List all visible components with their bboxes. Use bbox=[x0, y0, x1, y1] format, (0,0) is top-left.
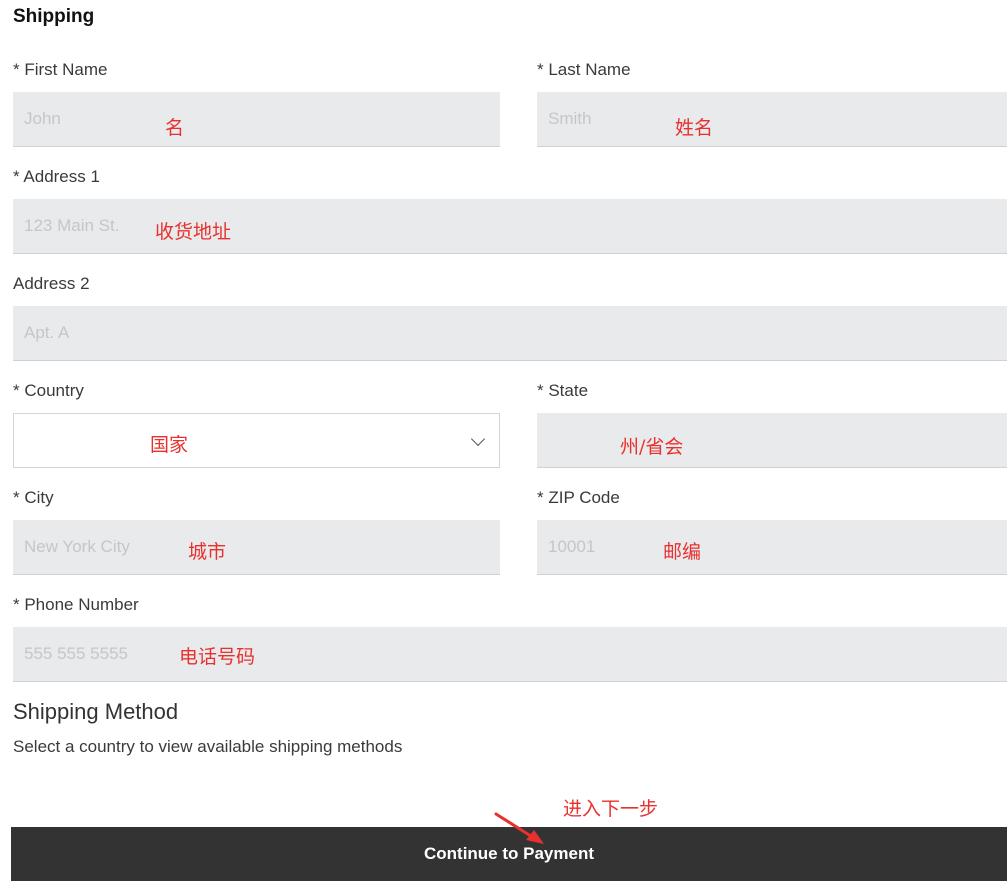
first-name-placeholder: John bbox=[24, 109, 61, 128]
shipping-method-note: Select a country to view available shipp… bbox=[13, 737, 403, 756]
phone-annotation: 电话号码 bbox=[179, 646, 256, 668]
zip-label: * ZIP Code bbox=[537, 488, 620, 507]
address1-annotation: 收货地址 bbox=[155, 221, 232, 243]
zip-placeholder: 10001 bbox=[548, 537, 596, 556]
state-annotation: 州/省会 bbox=[620, 436, 684, 458]
zip-field[interactable]: 10001 bbox=[537, 520, 1007, 575]
chevron-down-icon bbox=[470, 431, 486, 447]
address2-label: Address 2 bbox=[13, 274, 90, 293]
country-annotation: 国家 bbox=[150, 434, 189, 456]
city-field[interactable]: New York City bbox=[13, 520, 500, 575]
zip-annotation: 邮编 bbox=[663, 541, 702, 563]
city-placeholder: New York City bbox=[24, 537, 130, 556]
first-name-label: * First Name bbox=[13, 60, 108, 79]
last-name-placeholder: Smith bbox=[548, 109, 592, 128]
last-name-label: * Last Name bbox=[537, 60, 631, 79]
first-name-field[interactable]: John bbox=[13, 92, 500, 147]
address1-label: * Address 1 bbox=[13, 167, 100, 186]
city-label: * City bbox=[13, 488, 54, 507]
red-arrow-icon bbox=[494, 812, 544, 844]
last-name-annotation: 姓名 bbox=[675, 117, 714, 139]
continue-annotation: 进入下一步 bbox=[563, 798, 659, 820]
shipping-title: Shipping bbox=[13, 6, 95, 27]
phone-label: * Phone Number bbox=[13, 595, 139, 614]
shipping-method-title: Shipping Method bbox=[13, 699, 179, 724]
city-annotation: 城市 bbox=[188, 541, 227, 563]
state-label: * State bbox=[537, 381, 589, 400]
state-field[interactable] bbox=[537, 413, 1007, 468]
country-select[interactable] bbox=[13, 413, 500, 468]
address1-placeholder: 123 Main St. bbox=[24, 216, 120, 235]
country-label: * Country bbox=[13, 381, 84, 400]
phone-placeholder: 555 555 5555 bbox=[24, 644, 128, 663]
address2-placeholder: Apt. A bbox=[24, 323, 70, 342]
phone-field[interactable]: 555 555 5555 bbox=[13, 627, 1007, 682]
first-name-annotation: 名 bbox=[165, 117, 185, 139]
address2-field[interactable]: Apt. A bbox=[13, 306, 1007, 361]
last-name-field[interactable]: Smith bbox=[537, 92, 1007, 147]
